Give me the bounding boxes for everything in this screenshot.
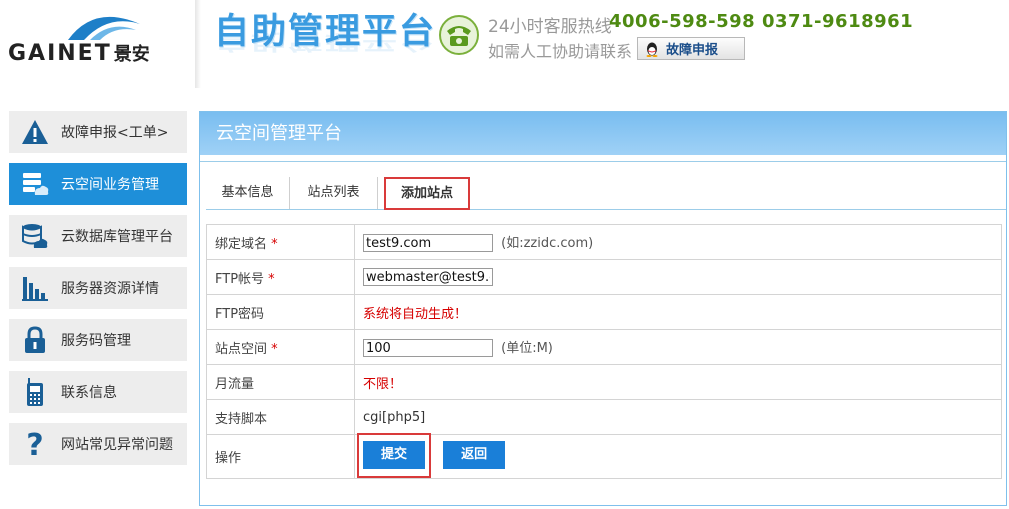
form-row-ftp-user: FTP帐号 *: [206, 259, 1002, 295]
space-label: 站点空间: [215, 341, 268, 357]
form-row-traffic: 月流量 不限！: [206, 364, 1002, 400]
script-value: cgi[php5]: [354, 399, 1002, 435]
ftp-password-label: FTP密码: [206, 294, 355, 330]
logo-cn-text: 景安: [113, 44, 150, 65]
form-row-script: 支持脚本 cgi[php5]: [206, 399, 1002, 435]
sidebar-item-fault-report[interactable]: 故障申报<工单>: [9, 111, 187, 153]
submit-button[interactable]: 提交: [363, 441, 425, 469]
fault-report-label: 故障申报: [666, 43, 719, 58]
qq-penguin-icon: [646, 42, 658, 57]
tab-add-site[interactable]: 添加站点: [384, 177, 470, 210]
gainet-logo: GAINET 景安: [8, 10, 188, 66]
submit-highlight: 提交: [357, 433, 431, 478]
action-label: 操作: [206, 434, 355, 479]
cloud-server-icon: [9, 169, 61, 199]
mobile-phone-icon: [9, 377, 61, 407]
sidebar-item-label: 云空间业务管理: [61, 177, 159, 193]
main-panel: 云空间管理平台 基本信息 站点列表 添加站点 绑定域名 * (如:zzidc.c…: [199, 111, 1007, 506]
sidebar-item-server-resources[interactable]: 服务器资源详情: [9, 267, 187, 309]
tab-site-list[interactable]: 站点列表: [290, 177, 378, 209]
add-site-form: 绑定域名 * (如:zzidc.com) FTP帐号 * FTP密码 系统将自动…: [206, 224, 1002, 479]
domain-hint: (如:zzidc.com): [501, 235, 594, 251]
domain-input[interactable]: [363, 234, 493, 253]
ftp-user-input[interactable]: [363, 268, 493, 286]
ftp-user-label: FTP帐号: [215, 271, 265, 287]
question-icon: ?: [9, 429, 61, 459]
hotline-numbers: 4006-598-598 0371-9618961: [609, 11, 914, 32]
tab-bar: 基本信息 站点列表 添加站点: [206, 177, 1006, 210]
logo-text: GAINET: [8, 41, 112, 66]
sidebar-item-label: 服务器资源详情: [61, 281, 159, 297]
platform-title-reflection: 自助管理平台: [214, 29, 437, 53]
sidebar-item-label: 故障申报<工单>: [61, 125, 169, 141]
header-divider: [195, 0, 201, 88]
warning-icon: [9, 117, 61, 147]
svg-text:?: ?: [26, 429, 43, 459]
traffic-label: 月流量: [206, 364, 355, 400]
domain-label: 绑定域名: [215, 236, 268, 252]
form-row-space: 站点空间 * (单位:M): [206, 329, 1002, 365]
sidebar-item-label: 联系信息: [61, 385, 117, 401]
lock-icon: [9, 325, 61, 355]
panel-title: 云空间管理平台: [200, 112, 1006, 155]
sidebar: 故障申报<工单> 云空间业务管理 云数据库管理平台 服务器资源详情 服务码管理 …: [9, 111, 187, 475]
form-row-ftp-password: FTP密码 系统将自动生成！: [206, 294, 1002, 330]
fault-report-button[interactable]: 故障申报: [637, 37, 745, 60]
cloud-database-icon: [9, 221, 61, 251]
ftp-password-note: 系统将自动生成！: [354, 294, 1002, 330]
panel-subheader: [200, 155, 1006, 162]
contact-label: 如需人工协助请联系: [488, 42, 633, 61]
required-mark: *: [271, 341, 278, 357]
required-mark: *: [268, 271, 275, 287]
hotline-label: 24小时客服热线: [488, 17, 612, 37]
bar-chart-icon: [9, 273, 61, 303]
sidebar-item-label: 服务码管理: [61, 333, 131, 349]
telephone-icon: [439, 15, 479, 55]
traffic-value: 不限！: [354, 364, 1002, 400]
form-row-actions: 操作 提交 返回: [206, 433, 1002, 479]
sidebar-item-contact-info[interactable]: 联系信息: [9, 371, 187, 413]
sidebar-item-label: 云数据库管理平台: [61, 229, 173, 245]
sidebar-item-service-code[interactable]: 服务码管理: [9, 319, 187, 361]
sidebar-item-website-issues[interactable]: ? 网站常见异常问题: [9, 423, 187, 465]
sidebar-item-cloud-space[interactable]: 云空间业务管理: [9, 163, 187, 205]
space-hint: (单位:M): [501, 340, 553, 356]
script-label: 支持脚本: [206, 399, 355, 435]
sidebar-item-cloud-database[interactable]: 云数据库管理平台: [9, 215, 187, 257]
logo-swoosh-icon: [68, 16, 140, 40]
back-button[interactable]: 返回: [443, 441, 506, 469]
required-mark: *: [271, 236, 278, 252]
space-input[interactable]: [363, 339, 493, 358]
tab-basic-info[interactable]: 基本信息: [206, 177, 290, 209]
form-row-domain: 绑定域名 * (如:zzidc.com): [206, 224, 1002, 260]
sidebar-item-label: 网站常见异常问题: [61, 437, 173, 453]
